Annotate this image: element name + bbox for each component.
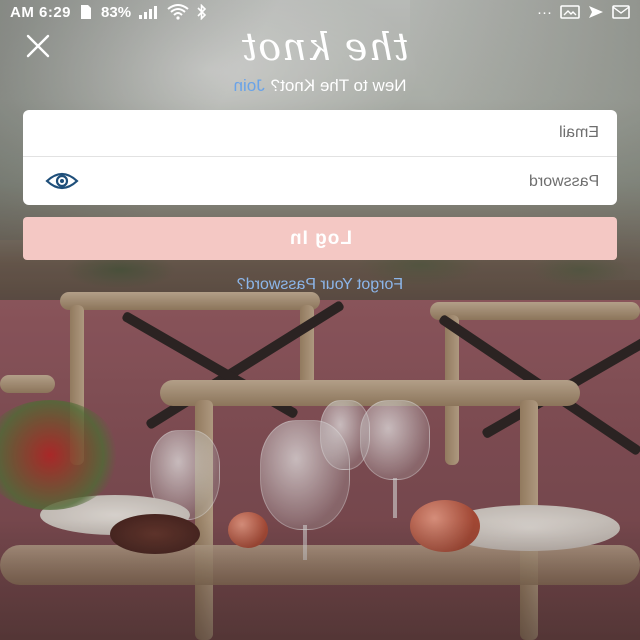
forgot-password-link[interactable]: Forgot Your Password? <box>0 273 640 297</box>
gallery-icon <box>560 5 580 19</box>
close-button[interactable] <box>20 28 56 64</box>
password-field[interactable]: Password <box>23 158 617 205</box>
sim-icon <box>79 4 93 20</box>
status-time: AM 6:29 <box>10 3 72 21</box>
bluetooth-icon <box>197 4 207 20</box>
overflow-dots: ··· <box>537 3 552 21</box>
wifi-icon <box>167 4 189 20</box>
join-row: New to The Knot? Join <box>0 74 640 98</box>
login-form: Email Password <box>23 110 617 205</box>
the-knot-logo: the knot <box>241 25 409 69</box>
log-in-label: Log In <box>288 227 352 249</box>
send-icon <box>588 5 604 19</box>
join-link[interactable]: Join <box>234 76 265 96</box>
email-placeholder: Email <box>558 124 599 141</box>
join-prompt: New to The Knot? <box>270 76 407 95</box>
email-field[interactable]: Email <box>23 110 617 157</box>
mail-icon <box>612 5 630 19</box>
password-placeholder: Password <box>528 172 599 190</box>
close-icon <box>26 34 50 58</box>
eye-icon <box>45 172 79 190</box>
battery-percent: 83% <box>101 3 132 21</box>
status-bar: AM 6:29 83% ··· <box>0 0 640 24</box>
show-password-button[interactable] <box>45 168 79 194</box>
signal-icon <box>139 5 159 19</box>
log-in-button[interactable]: Log In <box>23 217 617 260</box>
